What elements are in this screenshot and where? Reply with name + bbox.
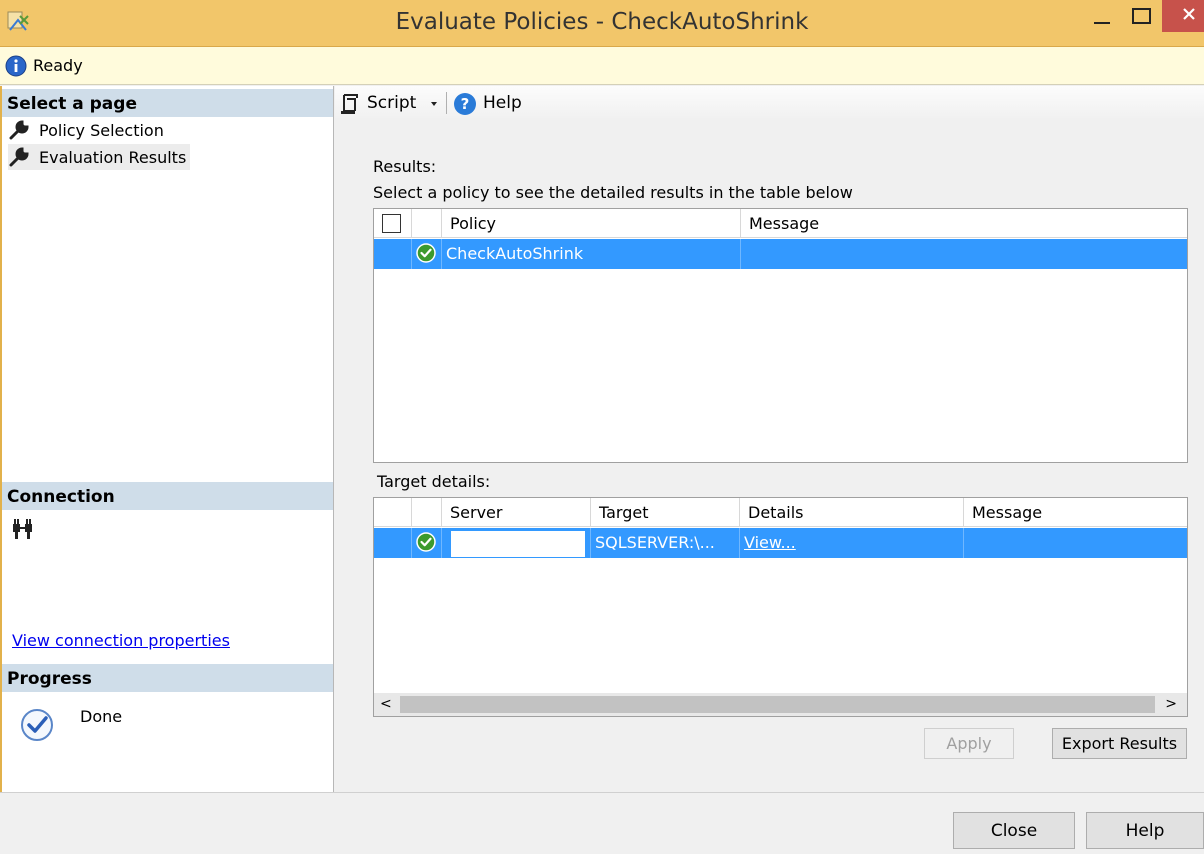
message-column-header[interactable]: Message bbox=[741, 209, 1187, 238]
help-dialog-button[interactable]: Help bbox=[1086, 812, 1204, 849]
toolbar-separator bbox=[446, 92, 447, 114]
script-icon[interactable] bbox=[340, 93, 360, 115]
apply-button[interactable]: Apply bbox=[924, 728, 1014, 759]
status-column-header bbox=[412, 498, 442, 527]
page-item-evaluation-results[interactable]: Evaluation Results bbox=[8, 144, 191, 170]
progress-header: Progress bbox=[2, 664, 333, 692]
select-all-checkbox[interactable] bbox=[382, 214, 401, 233]
close-window-button[interactable] bbox=[1162, 0, 1204, 32]
redacted-server-name bbox=[451, 531, 585, 557]
table-row[interactable]: CheckAutoShrink bbox=[374, 239, 1187, 269]
done-check-icon bbox=[21, 709, 53, 741]
server-column-header[interactable]: Server bbox=[442, 498, 591, 527]
toolbar: Script ? Help bbox=[335, 86, 1204, 120]
details-cell: View... bbox=[740, 528, 964, 558]
horizontal-scrollbar[interactable]: < > bbox=[374, 693, 1187, 716]
dialog-button-bar: Close Help bbox=[0, 792, 1204, 854]
select-page-header: Select a page bbox=[2, 89, 333, 117]
close-button[interactable]: Close bbox=[953, 812, 1075, 849]
policy-cell: CheckAutoShrink bbox=[442, 239, 741, 269]
close-icon bbox=[1183, 8, 1195, 20]
row-status-cell bbox=[412, 528, 442, 558]
page-item-label: Policy Selection bbox=[39, 120, 164, 140]
select-all-cell bbox=[374, 209, 412, 238]
policy-column-header[interactable]: Policy bbox=[442, 209, 741, 238]
title-bar: Evaluate Policies - CheckAutoShrink bbox=[0, 0, 1204, 47]
message-column-header[interactable]: Message bbox=[964, 498, 1187, 527]
status-text: Ready bbox=[33, 56, 83, 75]
results-grid-header: Policy Message bbox=[374, 209, 1187, 238]
view-connection-properties-link[interactable]: View connection properties bbox=[12, 631, 230, 650]
minimize-icon bbox=[1094, 22, 1110, 24]
status-bar: Ready bbox=[0, 47, 1204, 85]
chevron-down-icon[interactable] bbox=[429, 100, 439, 108]
row-checkbox-cell bbox=[374, 239, 412, 269]
window-title: Evaluate Policies - CheckAutoShrink bbox=[395, 9, 809, 35]
details-column-header[interactable]: Details bbox=[740, 498, 964, 527]
scroll-left-arrow[interactable]: < bbox=[380, 696, 392, 712]
results-instruction: Select a policy to see the detailed resu… bbox=[373, 183, 853, 202]
export-results-button[interactable]: Export Results bbox=[1052, 728, 1187, 759]
row-blank-cell bbox=[374, 528, 412, 558]
table-row[interactable]: SQLSERVER:\... View... bbox=[374, 528, 1187, 558]
status-column-header bbox=[412, 209, 442, 238]
help-icon[interactable]: ? bbox=[453, 92, 477, 116]
info-icon bbox=[5, 55, 27, 77]
page-item-policy-selection[interactable]: Policy Selection bbox=[8, 117, 168, 143]
maximize-icon bbox=[1132, 8, 1151, 24]
row-status-cell bbox=[412, 239, 442, 269]
success-check-icon bbox=[416, 532, 436, 552]
minimize-button[interactable] bbox=[1082, 2, 1122, 36]
page-item-label: Evaluation Results bbox=[39, 147, 187, 167]
results-label: Results: bbox=[373, 157, 437, 176]
connection-header: Connection bbox=[2, 482, 333, 510]
select-page-pane: Select a page Policy Selection Evaluatio… bbox=[2, 86, 334, 792]
svg-text:?: ? bbox=[461, 95, 470, 113]
target-grid-header: Server Target Details Message bbox=[374, 498, 1187, 527]
scroll-right-arrow[interactable]: > bbox=[1165, 696, 1177, 712]
success-check-icon bbox=[416, 243, 436, 263]
target-details-grid[interactable]: Server Target Details Message SQLSERVER:… bbox=[373, 497, 1188, 717]
target-column-header[interactable]: Target bbox=[591, 498, 740, 527]
connection-icon bbox=[13, 519, 32, 539]
blank-column-header bbox=[374, 498, 412, 527]
message-cell bbox=[741, 239, 1187, 269]
help-button[interactable]: Help bbox=[483, 93, 522, 113]
maximize-button[interactable] bbox=[1122, 2, 1162, 36]
target-cell: SQLSERVER:\... bbox=[591, 528, 740, 558]
wrench-icon bbox=[9, 147, 29, 167]
scrollbar-thumb[interactable] bbox=[400, 696, 1155, 713]
progress-status-text: Done bbox=[80, 707, 123, 726]
script-button[interactable]: Script bbox=[367, 93, 416, 113]
view-details-link[interactable]: View... bbox=[744, 533, 796, 552]
target-details-label: Target details: bbox=[377, 472, 491, 491]
results-grid[interactable]: Policy Message CheckAutoShrink bbox=[373, 208, 1188, 463]
wrench-icon bbox=[9, 120, 29, 140]
message-cell bbox=[964, 528, 1187, 558]
evaluation-results-page: Script ? Help Results: Select a policy t… bbox=[335, 86, 1204, 792]
